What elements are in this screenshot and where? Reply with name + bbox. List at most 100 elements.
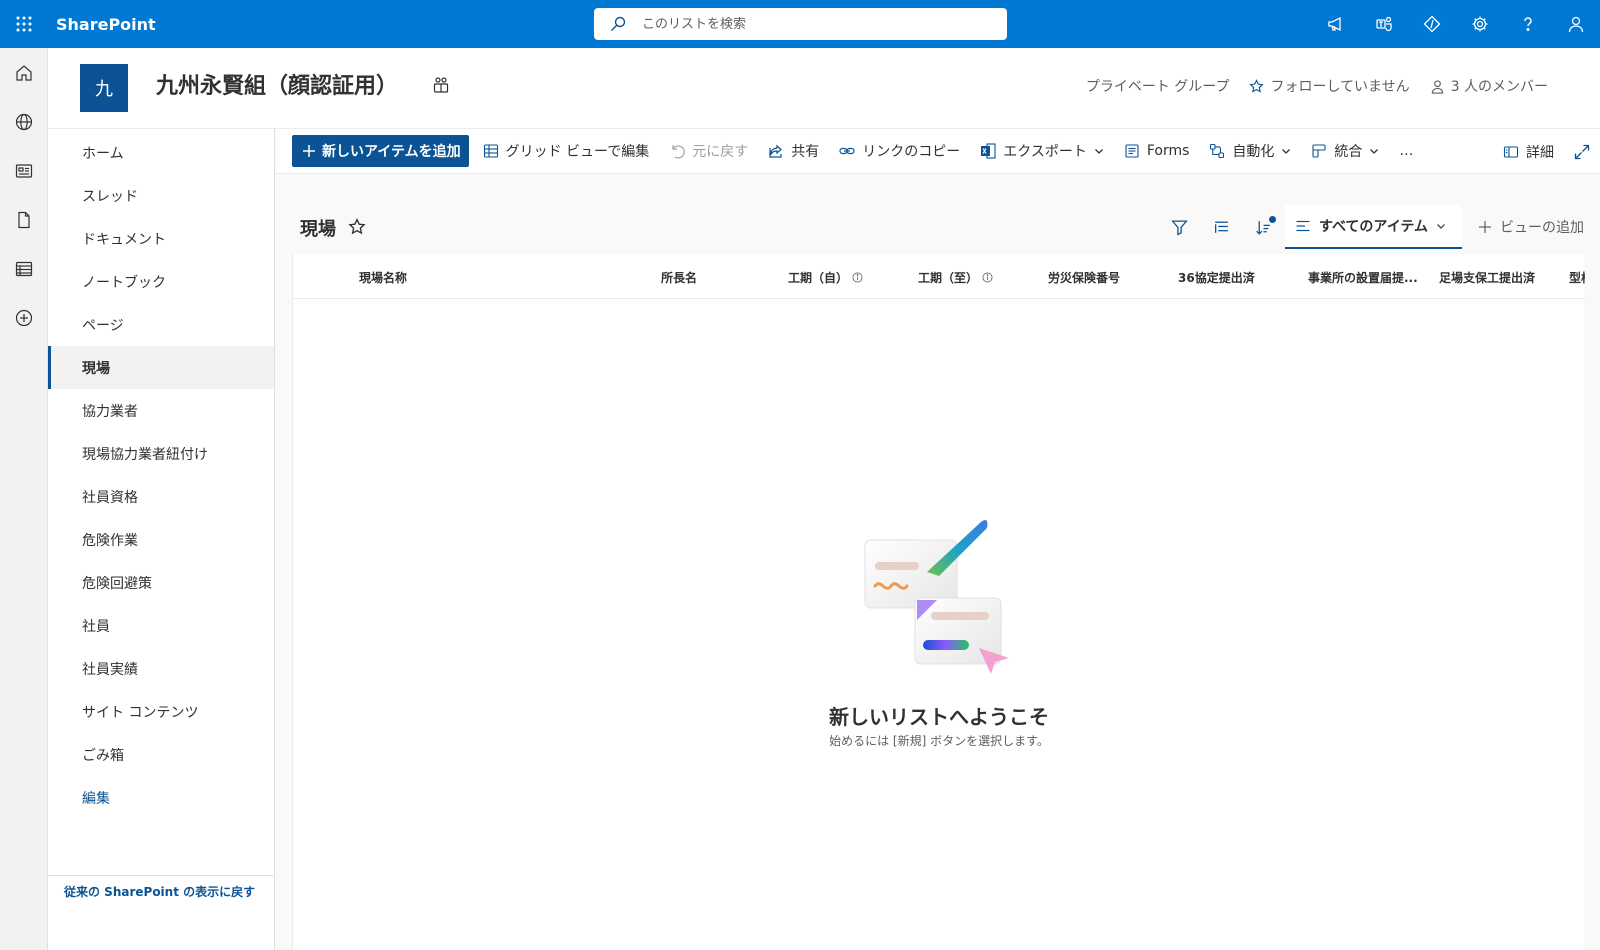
share-button[interactable]: 共有 [768,141,819,161]
create-icon[interactable] [0,293,48,342]
share-icon [769,144,783,158]
nav-item-threads[interactable]: スレッド [48,174,274,217]
more-button[interactable]: … [1399,143,1413,159]
nav-item-sites[interactable]: 現場 [48,346,274,389]
search-box[interactable] [594,8,1007,40]
nav-item-site-contents[interactable]: サイト コンテンツ [48,690,274,733]
nav-item-employee-records[interactable]: 社員実績 [48,647,274,690]
left-navigation: ホーム スレッド ドキュメント ノートブック ページ 現場 協力業者 現場協力業… [48,129,275,950]
copy-link-button[interactable]: リンクのコピー [839,141,960,161]
column-header-formwork[interactable]: 型枠 [1569,269,1585,286]
export-button[interactable]: エクスポート [980,141,1104,161]
chevron-down-icon [1370,149,1379,154]
account-icon[interactable] [1552,0,1600,48]
column-header-scaffold[interactable]: 足場支保工提出済 [1439,269,1535,286]
view-selector[interactable]: すべてのアイテム [1284,205,1462,249]
nav-item-notebook[interactable]: ノートブック [48,260,274,303]
news-icon[interactable] [0,146,48,195]
favorite-star-icon[interactable] [348,218,366,236]
search-input[interactable] [642,16,982,32]
globe-icon[interactable] [0,97,48,146]
members-button[interactable]: 3 人のメンバー [1430,76,1548,96]
link-icon [839,147,855,155]
chevron-down-icon [1094,149,1103,154]
group-list-icon [1215,221,1229,233]
details-button[interactable]: 詳細 [1503,142,1554,162]
integrate-button[interactable]: 統合 [1311,141,1379,161]
details-pane-icon [1503,145,1519,158]
privacy-label: プライベート グループ [1085,79,1230,95]
view-lines-icon [1296,220,1310,232]
command-bar: 新しいアイテムを追加 グリッド ビューで編集 元に戻す 共有 リンクのコピー エ… [276,129,1600,174]
grid-icon [483,144,498,158]
filter-button[interactable] [1159,205,1201,249]
nav-item-employees[interactable]: 社員 [48,604,274,647]
megaphone-icon[interactable] [1312,0,1360,48]
site-logo[interactable]: 九 [80,64,128,112]
nav-divider [48,875,274,876]
sort-indicator-dot [1268,216,1276,223]
nav-item-pages[interactable]: ページ [48,303,274,346]
group-icon[interactable] [432,76,450,94]
code-diamond-icon[interactable] [1408,0,1456,48]
excel-icon [981,143,996,159]
nav-item-documents[interactable]: ドキュメント [48,217,274,260]
help-icon[interactable] [1504,0,1552,48]
nav-item-site-partner-links[interactable]: 現場協力業者紐付け [48,432,274,475]
nav-item-hazard-avoidance[interactable]: 危険回避策 [48,561,274,604]
nav-item-home[interactable]: ホーム [48,131,274,174]
chevron-down-icon [1282,149,1291,154]
chevron-down-icon [1437,224,1445,229]
list-title: 現場 [300,219,336,240]
info-icon[interactable] [852,272,863,283]
nav-item-hazardous-work[interactable]: 危険作業 [48,518,274,561]
nav-item-employee-qualifications[interactable]: 社員資格 [48,475,274,518]
site-title[interactable]: 九州永賢組（顔認証用） [156,68,398,100]
automate-icon [1210,143,1225,159]
app-launcher-icon[interactable] [0,0,48,48]
column-header-36-agreement[interactable]: 36協定提出済 [1178,269,1255,286]
plus-icon [1479,221,1491,233]
expand-icon [1574,144,1590,159]
list-header: 現場 すべてのアイテム ビューの追加 [276,205,1600,249]
column-header-manager[interactable]: 所長名 [661,269,697,286]
gear-icon[interactable] [1456,0,1504,48]
plus-icon [303,145,315,157]
teams-icon[interactable] [1360,0,1408,48]
empty-state-subtitle: 始めるには [新規] ボタンを選択します。 [829,734,1049,748]
grid-edit-button[interactable]: グリッド ビューで編集 [483,141,649,161]
list-icon[interactable] [0,244,48,293]
info-icon[interactable] [982,272,993,283]
forms-button[interactable]: Forms [1124,143,1189,159]
classic-view-link[interactable]: 従来の SharePoint の表示に戻す [64,883,255,900]
app-rail [0,48,48,950]
sort-button[interactable] [1243,205,1285,249]
column-header-row: 現場名称 所長名 工期（自） 工期（至） 労災保険番号 36協定提出済 事業所の… [293,254,1585,299]
search-icon [611,16,626,31]
automate-button[interactable]: 自動化 [1209,141,1291,161]
new-item-button[interactable]: 新しいアイテムを追加 [292,135,469,167]
empty-list-illustration [864,520,1009,674]
column-header-office-notification[interactable]: 事業所の設置届提... [1308,269,1418,286]
nav-edit-link[interactable]: 編集 [48,776,274,819]
undo-button[interactable]: 元に戻す [669,141,748,161]
integrate-icon [1312,144,1326,158]
person-icon [1431,79,1443,94]
site-header: 九 九州永賢組（顔認証用） プライベート グループ フォローしていません 3 人… [48,48,1600,129]
fullscreen-button[interactable] [1574,144,1590,160]
column-header-insurance-number[interactable]: 労災保険番号 [1048,269,1120,286]
nav-item-partners[interactable]: 協力業者 [48,389,274,432]
nav-item-recycle-bin[interactable]: ごみ箱 [48,733,274,776]
add-view-button[interactable]: ビューの追加 [1462,205,1600,249]
forms-icon [1125,144,1139,158]
column-header-site-name[interactable]: 現場名称 [359,269,407,286]
document-icon[interactable] [0,195,48,244]
app-name[interactable]: SharePoint [56,15,156,34]
column-header-period-end[interactable]: 工期（至） [918,269,993,286]
home-icon[interactable] [0,48,48,97]
empty-state-title: 新しいリストへようこそ [829,705,1049,729]
column-header-period-start[interactable]: 工期（自） [788,269,863,286]
filter-icon [1171,219,1189,235]
follow-button[interactable]: フォローしていません [1249,76,1410,96]
group-by-button[interactable] [1201,205,1243,249]
